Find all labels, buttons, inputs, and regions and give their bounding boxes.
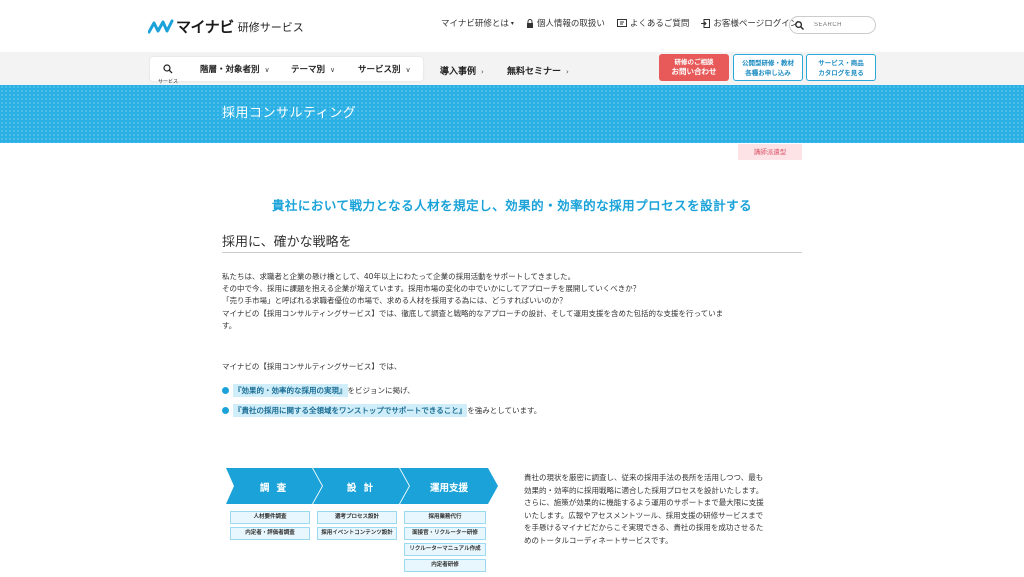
diagram-box: リクルーターマニュアル作成	[404, 543, 486, 556]
bullet-dot-icon	[222, 387, 229, 394]
description-line: さらに、施策が効果的に機能するよう運用のサポートまで最大限に支援	[524, 498, 764, 508]
contact-button[interactable]: 研修のご相談 お問い合わせ	[659, 54, 729, 81]
section-title: 採用に、確かな戦略を	[222, 235, 352, 250]
bullet-highlight: 『貴社の採用に関する全領域をワンストップでサポートできること』	[233, 404, 468, 417]
diagram-box: 採用業務代行	[404, 511, 486, 524]
catalog-button[interactable]: サービス・商品 カタログを見る	[806, 54, 876, 81]
mynavi-logo-icon	[148, 19, 174, 33]
description-line: を手懸けるマイナビだからこそ実現できる、貴社の採用を成功させるた	[524, 523, 764, 533]
util-link-label: マイナビ研修とは	[441, 19, 509, 29]
bullet-item: 『効果的・効率的な採用の実現』 をビジョンに掲げ、	[222, 384, 414, 397]
nav-dropdown-theme[interactable]: テーマ別 ∨	[291, 63, 335, 75]
page-banner: 採用コンサルティング	[0, 85, 1024, 143]
search-input[interactable]	[814, 22, 870, 28]
bullet-text: を強みとしています。	[467, 406, 542, 415]
headline: 貴社において戦力となる人材を規定し、効果的・効率的な採用プロセスを設計する	[271, 198, 753, 213]
step-arrow-design: 設 計	[313, 468, 409, 504]
util-link-about[interactable]: マイナビ研修とは ▾	[441, 17, 514, 29]
paragraph-line: 「売り手市場」と呼ばれる求職者優位の市場で、求める人材を採用する為には、どうすれ…	[222, 296, 567, 306]
catalog-button-line1: サービス・商品	[818, 59, 864, 67]
contact-button-line2: お問い合わせ	[671, 67, 717, 76]
login-icon	[701, 18, 711, 28]
lock-icon	[526, 18, 533, 28]
nav-dropdown-service[interactable]: サービス別 ∨	[358, 63, 411, 75]
section-divider	[222, 252, 802, 253]
bullet-dot-icon	[222, 407, 229, 414]
step-label: 運用支援	[429, 483, 468, 494]
paragraph-line: マイナビの【採用コンサルティングサービス】では、徹底して調査と戦略的なアプローチ…	[222, 308, 724, 318]
book-icon	[616, 18, 627, 27]
nav-dropdown-group: サービス 階層・対象者別 ∨ テーマ別 ∨ サービス別 ∨	[150, 57, 423, 85]
step-arrow-operation: 運用支援	[400, 468, 498, 504]
paragraph-line: その中で今、採用に課題を抱える企業が増えています。採用市場の変化の中でいかにして…	[222, 284, 641, 294]
paragraph-line: す。	[222, 320, 237, 330]
apply-button-line1: 公開型研修・教材	[742, 59, 794, 67]
util-link-privacy[interactable]: 個人情報の取扱い	[526, 17, 605, 29]
logo-subtext: 研修サービス	[237, 20, 304, 34]
apply-button-line2: 各種お申し込み	[745, 69, 791, 77]
contact-button-line1: 研修のご相談	[674, 58, 714, 66]
diagram-box: 選考プロセス設計	[317, 511, 397, 524]
nav-link-label: 導入事例	[440, 67, 477, 77]
util-link-label: お客様ページログイン	[713, 19, 799, 29]
service-description: 貴社の現状を厳密に調査し、従来の採用手法の長所を活用しつつ、最も 効果的・効率的…	[524, 472, 804, 548]
util-link-login[interactable]: お客様ページログイン	[701, 17, 798, 29]
bullet-item: 『貴社の採用に関する全領域をワンストップでサポートできること』 を強みとしていま…	[222, 404, 541, 417]
search-icon[interactable]	[795, 20, 804, 30]
step-label: 調 査	[259, 483, 289, 494]
nav-dropdown-label: テーマ別	[291, 65, 326, 75]
chevron-down-icon: ∨	[330, 66, 336, 74]
step-label: 設 計	[346, 483, 376, 494]
description-line: 貴社の現状を厳密に調査し、従来の採用手法の長所を活用しつつ、最も	[524, 473, 764, 482]
diagram-box: 人材要件調査	[230, 511, 310, 524]
search-icon	[163, 64, 173, 74]
description-line: 効果的・効率的に採用戦略に適合した採用プロセスを設計いたします。	[524, 485, 764, 495]
chevron-right-icon: ›	[566, 68, 569, 76]
diagram-box: 面接官・リクルーター研修	[404, 527, 486, 540]
catalog-button-line2: カタログを見る	[818, 69, 864, 77]
description-line: いたします。広報やアセスメントツール、採用支援の研修サービスまで	[524, 510, 764, 520]
utility-nav: マイナビ研修とは ▾ 個人情報の取扱い よくあるご質問 お客様ページログイン	[441, 17, 810, 29]
nav-dropdown-level[interactable]: 階層・対象者別 ∨	[200, 63, 270, 75]
util-link-faq[interactable]: よくあるご質問	[616, 17, 690, 29]
nav-link-label: 無料セミナー	[507, 67, 562, 77]
util-link-label: よくあるご質問	[629, 19, 690, 29]
service-intro: マイナビの【採用コンサルティングサービス】では、	[222, 362, 402, 371]
nav-dropdown-label: 階層・対象者別	[200, 65, 260, 75]
description-line: めのトータルコーディネートサービスです。	[524, 535, 673, 545]
site-header: マイナビ 研修サービス マイナビ研修とは ▾ 個人情報の取扱い よくあるご質問 …	[0, 0, 1024, 52]
nav-link-cases[interactable]: 導入事例 ›	[440, 64, 484, 77]
nav-service-search[interactable]: サービス	[156, 59, 180, 85]
chevron-down-icon: ∨	[405, 66, 411, 74]
logo[interactable]: マイナビ 研修サービス	[148, 16, 304, 37]
nav-search-label: サービス	[157, 79, 178, 85]
chevron-down-icon: ▾	[510, 19, 514, 27]
process-diagram: 調 査 設 計 運用支援 人材要件調査 内定者・評価者調査 選考プロセス設計 採…	[226, 468, 498, 577]
bullet-text: をビジョンに掲げ、	[347, 386, 415, 395]
chevron-right-icon: ›	[481, 68, 484, 76]
chevron-down-icon: ∨	[264, 66, 270, 74]
apply-button[interactable]: 公開型研修・教材 各種お申し込み	[733, 54, 803, 81]
step-arrow-research: 調 査	[226, 468, 322, 504]
delivery-type-badge: 講師派遣型	[738, 144, 802, 160]
logo-text: マイナビ	[176, 18, 234, 36]
diagram-box: 採用イベントコンテンツ設計	[317, 527, 397, 540]
bullet-highlight: 『効果的・効率的な採用の実現』	[233, 384, 348, 397]
page-title: 採用コンサルティング	[222, 106, 357, 121]
diagram-box: 内定者研修	[404, 559, 486, 572]
intro-paragraph: 私たちは、求職者と企業の懸け橋として、40年以上にわたって企業の採用活動をサポー…	[222, 271, 802, 332]
nav-dropdown-label: サービス別	[358, 65, 401, 75]
util-link-label: 個人情報の取扱い	[536, 19, 605, 29]
diagram-box: 内定者・評価者調査	[230, 527, 310, 540]
nav-link-seminar[interactable]: 無料セミナー ›	[507, 64, 569, 77]
header-search[interactable]	[789, 16, 876, 34]
paragraph-line: 私たちは、求職者と企業の懸け橋として、40年以上にわたって企業の採用活動をサポー…	[222, 272, 576, 281]
